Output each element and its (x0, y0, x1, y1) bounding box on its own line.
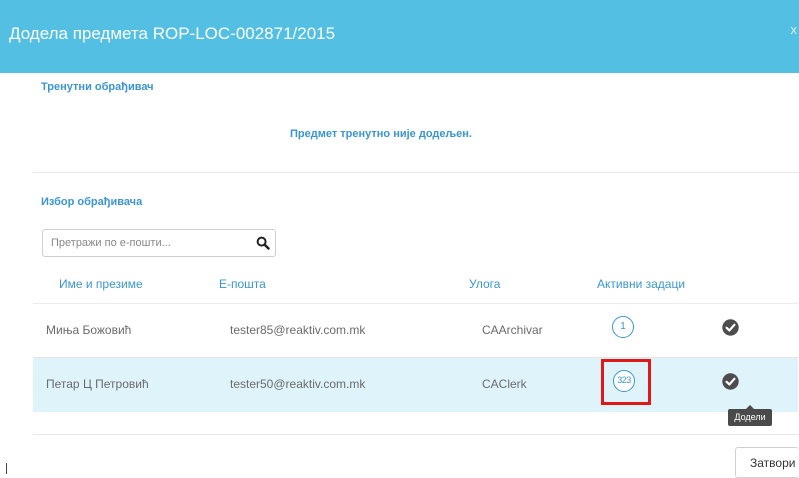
row-email: tester85@reaktiv.com.mk (230, 323, 366, 337)
check-circle-icon[interactable] (722, 319, 739, 336)
footer-divider (33, 434, 799, 435)
row-email: tester50@reaktiv.com.mk (230, 377, 366, 391)
close-button[interactable]: Затвори (735, 447, 799, 478)
modal-header: Додела предмета ROP-LOC-002871/2015 x (0, 0, 799, 73)
row-name: Петар Ц Петровић (46, 377, 149, 391)
check-circle-icon[interactable] (722, 373, 739, 390)
current-handler-label: Тренутни обрађивач (41, 81, 154, 93)
column-header-name[interactable]: Име и презиме (59, 277, 143, 291)
search-icon[interactable] (256, 236, 270, 250)
row-role: CAArchivar (482, 323, 543, 337)
close-icon[interactable]: x (791, 22, 798, 37)
highlight-box (601, 359, 651, 405)
active-tasks-badge: 1 (612, 316, 634, 338)
search-input[interactable] (43, 230, 241, 256)
column-header-active-tasks[interactable]: Активни задаци (597, 277, 685, 291)
table-row[interactable]: Петар Ц Петровић tester50@reaktiv.com.mk… (33, 357, 798, 412)
unassigned-notice: Предмет тренутно није додељен. (290, 128, 472, 140)
column-header-role[interactable]: Улога (469, 277, 500, 291)
assign-tooltip: Додели (728, 405, 772, 426)
table-row[interactable]: Миња Божовић tester85@reaktiv.com.mk CAA… (33, 303, 798, 358)
modal-title: Додела предмета ROP-LOC-002871/2015 (9, 24, 336, 43)
text-cursor (6, 463, 7, 474)
search-box (42, 229, 276, 257)
row-role: CAClerk (482, 377, 527, 391)
row-name: Миња Божовић (46, 323, 132, 337)
column-header-email[interactable]: Е-пошта (219, 277, 266, 291)
section-divider (33, 172, 799, 173)
handler-selection-label: Избор обрађивача (41, 196, 143, 208)
